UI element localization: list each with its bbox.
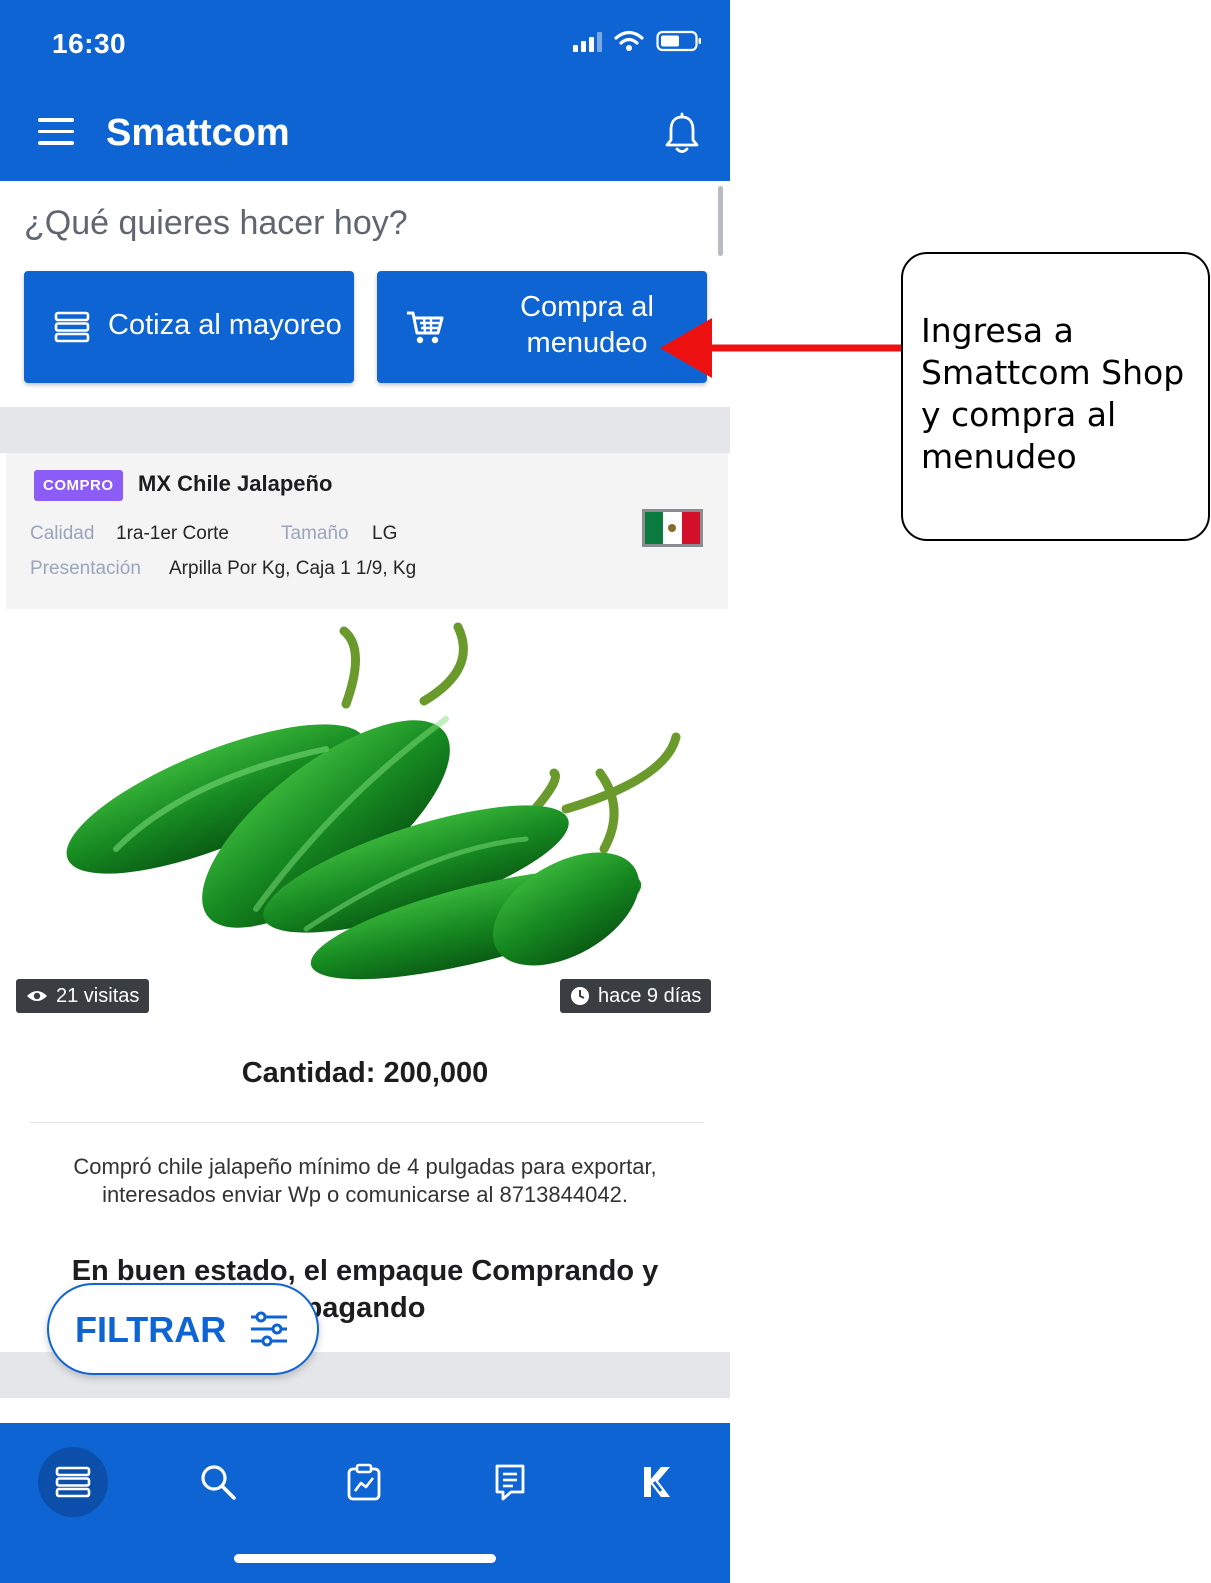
retail-shop-button[interactable]: Compra al menudeo — [377, 271, 707, 383]
list-icon — [495, 1464, 525, 1501]
eye-icon — [27, 991, 47, 1001]
callout-line-3: y compra al — [921, 395, 1117, 434]
status-icons — [573, 30, 702, 52]
retail-label: Compra al menudeo — [487, 289, 687, 361]
wifi-icon — [614, 30, 644, 51]
cart-icon — [407, 311, 444, 344]
annotation-callout: Ingresa a Smattcom Shop y compra al menu… — [901, 252, 1210, 541]
size-value: LG — [372, 523, 398, 544]
callout-text: Ingresa a Smattcom Shop y compra al menu… — [921, 310, 1201, 478]
quality-value: 1ra-1er Corte — [116, 523, 229, 544]
sliders-icon — [251, 1311, 287, 1347]
nav-list[interactable] — [475, 1447, 545, 1517]
callout-line-4: menudeo — [921, 437, 1077, 476]
filter-button[interactable]: FILTRAR — [47, 1283, 319, 1375]
battery-icon — [656, 30, 701, 52]
jalapeno-peppers-image — [66, 622, 681, 980]
size-label: Tamaño — [281, 523, 349, 544]
stack-icon — [54, 311, 90, 343]
app-bar: Smattcom — [0, 90, 730, 181]
wholesale-quote-button[interactable]: Cotiza al mayoreo — [24, 271, 354, 383]
mexico-flag-icon — [642, 509, 703, 547]
scrollbar[interactable] — [718, 186, 723, 256]
product-title: MX Chile Jalapeño — [138, 471, 333, 496]
phone-screen: 16:30 Smattcom ¿Qué quieres hacer hoy? C… — [0, 0, 730, 1583]
status-time: 16:30 — [52, 28, 127, 59]
annotation-arrow — [660, 318, 905, 378]
bell-icon[interactable] — [662, 112, 702, 156]
callout-line-2: Smattcom Shop — [921, 353, 1185, 392]
retail-label-line1: Compra al — [520, 291, 654, 323]
analytics-icon — [347, 1463, 381, 1501]
retail-label-line2: menudeo — [526, 327, 648, 359]
section-divider — [0, 407, 730, 453]
views-badge: 21 visitas — [16, 979, 150, 1013]
nav-search[interactable] — [183, 1447, 253, 1517]
presentation-label: Presentación — [30, 558, 141, 579]
age-badge: hace 9 días — [560, 979, 712, 1013]
status-badge: COMPRO — [34, 470, 123, 501]
divider — [30, 1122, 704, 1123]
nav-home[interactable] — [38, 1447, 108, 1517]
hamburger-menu-icon[interactable] — [38, 118, 78, 152]
k-logo-icon — [644, 1467, 670, 1497]
presentation-value: Arpilla Por Kg, Caja 1 1/9, Kg — [169, 558, 417, 579]
filter-label: FILTRAR — [75, 1309, 227, 1350]
home-indicator[interactable] — [234, 1554, 496, 1563]
nav-analytics[interactable] — [329, 1447, 399, 1517]
product-card-header[interactable]: COMPRO MX Chile Jalapeño Calidad 1ra-1er… — [6, 453, 728, 609]
status-bar: 16:30 — [0, 0, 730, 90]
search-icon — [201, 1465, 236, 1500]
quantity-text: Cantidad: 200,000 — [241, 1057, 489, 1089]
callout-line-1: Ingresa a — [921, 311, 1074, 350]
nav-profile[interactable] — [621, 1447, 691, 1517]
signal-icon — [573, 30, 602, 52]
product-image[interactable] — [6, 609, 728, 1027]
stack-icon — [55, 1466, 91, 1498]
quality-label: Calidad — [30, 523, 95, 544]
product-description: Compró chile jalapeño mínimo de 4 pulgad… — [73, 1154, 657, 1207]
views-count: 21 visitas — [56, 984, 140, 1007]
home-question: ¿Qué quieres hacer hoy? — [24, 204, 408, 242]
app-title: Smattcom — [106, 112, 290, 154]
wholesale-label: Cotiza al mayoreo — [108, 309, 342, 341]
clock-icon — [571, 987, 589, 1005]
age-text: hace 9 días — [598, 984, 702, 1007]
bottom-navigation — [0, 1423, 730, 1583]
